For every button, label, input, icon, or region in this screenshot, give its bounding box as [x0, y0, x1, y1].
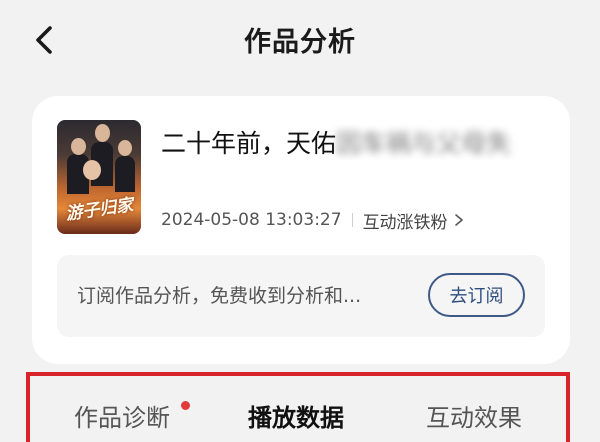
chevron-right-icon: [454, 214, 463, 226]
poster-figure: [115, 156, 135, 192]
poster-logo: 游子归家: [64, 195, 135, 225]
poster-figure: [118, 140, 132, 156]
video-card[interactable]: 游子归家 二十年前，天佑因车祸与父母失 2024-05-08 13:03:27 …: [32, 96, 570, 364]
page-title: 作品分析: [244, 27, 356, 58]
poster-figure: [71, 138, 86, 155]
analysis-tabs: 作品诊断 播放数据 互动效果: [26, 372, 570, 442]
poster-figure: [95, 124, 110, 142]
tab-diagnosis[interactable]: 作品诊断: [74, 398, 170, 433]
activity-link[interactable]: 互动涨铁粉: [363, 208, 466, 233]
poster-figure: [83, 160, 101, 180]
nav-bar: 作品分析: [0, 0, 600, 78]
tab-playback-data[interactable]: 播放数据: [248, 398, 344, 433]
video-title[interactable]: 二十年前，天佑因车祸与父母失: [161, 124, 551, 160]
tab-interaction[interactable]: 互动效果: [426, 398, 522, 433]
video-title-text: 二十年前，天佑: [161, 129, 337, 158]
video-title-blurred: 因车祸与父母失: [336, 129, 512, 158]
subscribe-banner: 订阅作品分析，免费收到分析和... 去订阅: [57, 255, 545, 337]
meta-divider: [351, 213, 353, 227]
subscribe-text: 订阅作品分析，免费收到分析和...: [77, 285, 362, 307]
activity-label: 互动涨铁粉: [362, 212, 448, 233]
notification-dot: [181, 401, 190, 410]
video-meta: 2024-05-08 13:03:27 互动涨铁粉: [161, 208, 466, 233]
subscribe-button[interactable]: 去订阅: [428, 273, 525, 317]
publish-time: 2024-05-08 13:03:27: [161, 210, 342, 230]
video-poster[interactable]: 游子归家: [57, 120, 141, 234]
